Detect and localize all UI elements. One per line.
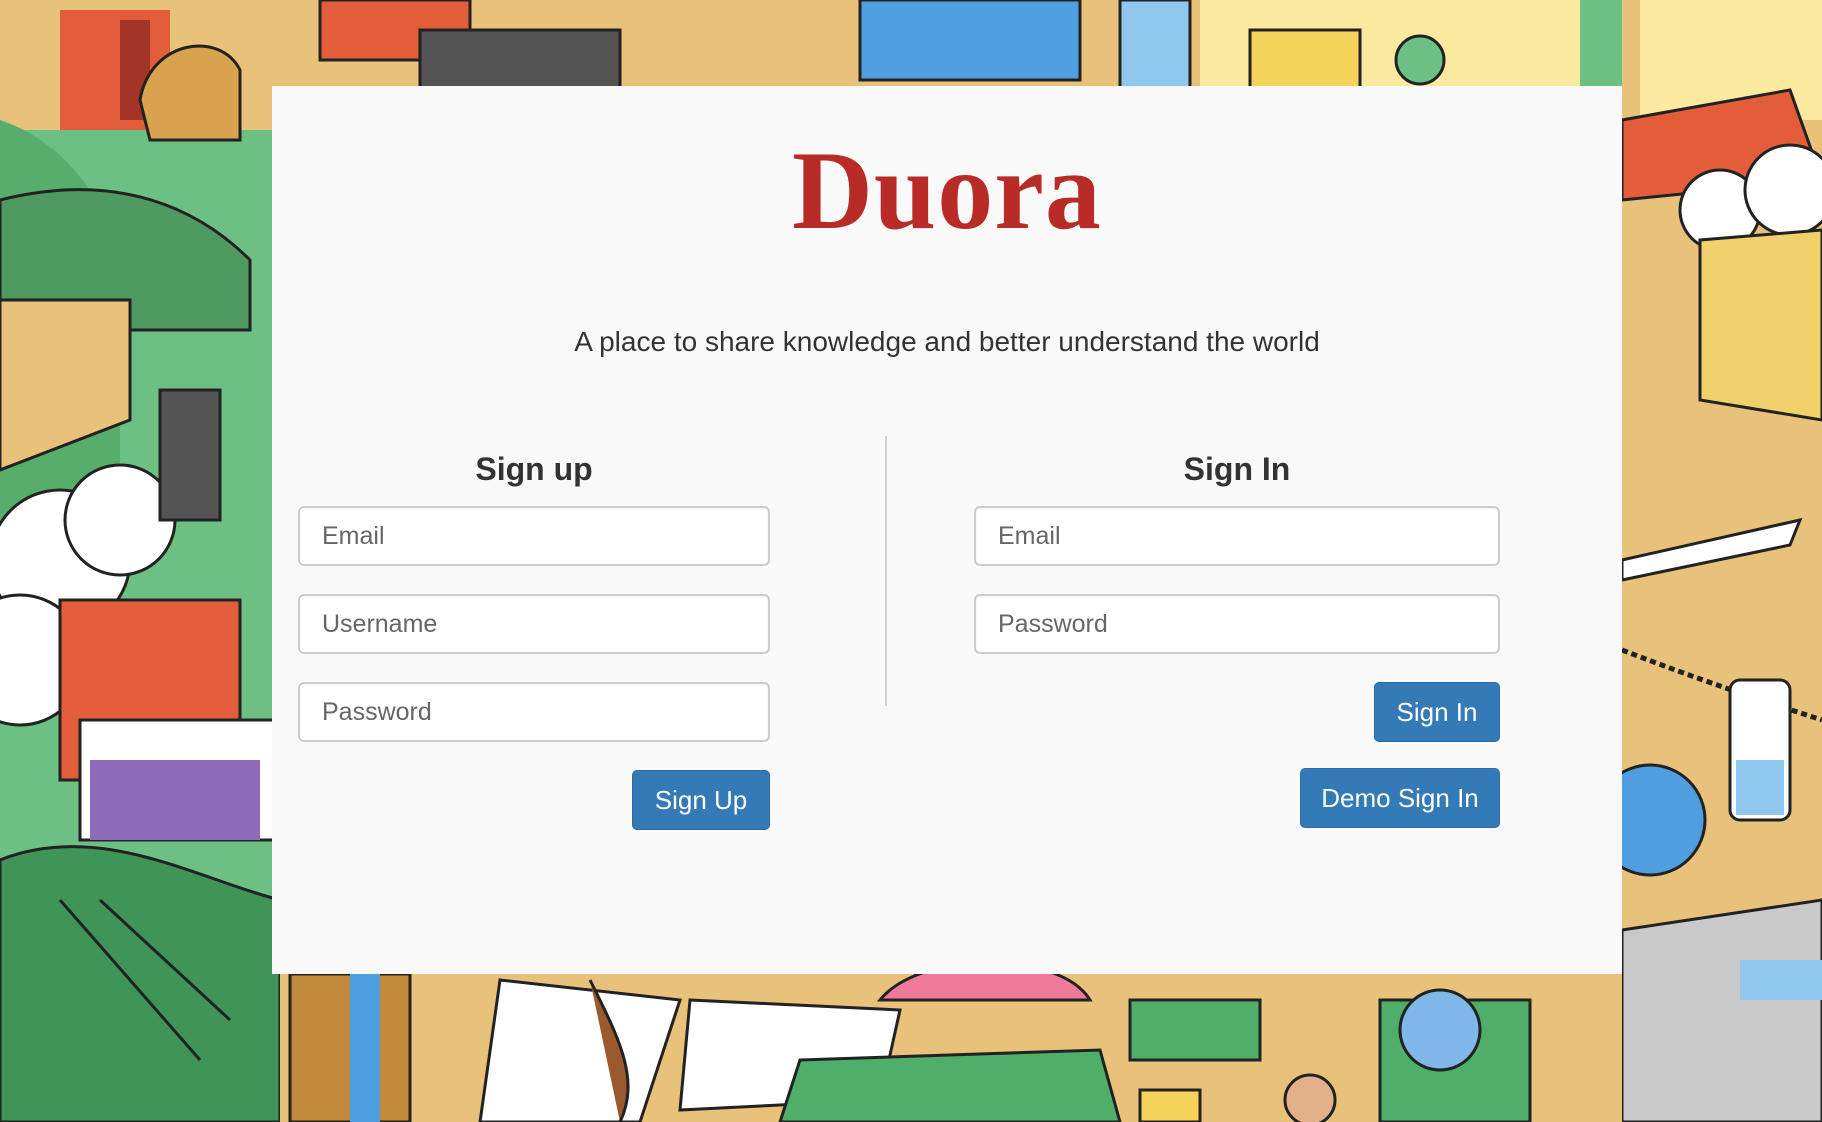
sign-up-button[interactable]: Sign Up: [632, 770, 770, 830]
signup-username-input[interactable]: [298, 594, 770, 654]
signin-email-input[interactable]: [974, 506, 1500, 566]
signup-email-input[interactable]: [298, 506, 770, 566]
signin-title: Sign In: [1183, 451, 1291, 487]
column-divider: [885, 436, 887, 706]
signup-title: Sign up: [475, 451, 593, 487]
signin-password-input[interactable]: [974, 594, 1500, 654]
login-page: Duora A place to share knowledge and bet…: [0, 0, 1822, 1122]
signup-password-input[interactable]: [298, 682, 770, 742]
auth-card: Duora A place to share knowledge and bet…: [272, 86, 1622, 974]
brand-tagline: A place to share knowledge and better un…: [574, 326, 1320, 357]
demo-sign-in-button[interactable]: Demo Sign In: [1300, 768, 1500, 828]
sign-in-button[interactable]: Sign In: [1374, 682, 1500, 742]
brand-logo[interactable]: Duora: [272, 126, 1622, 256]
